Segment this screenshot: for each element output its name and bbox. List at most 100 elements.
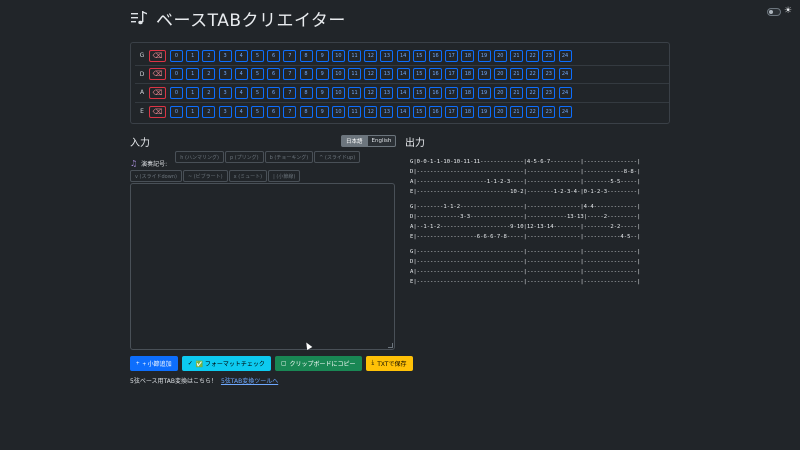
fret-button-g-20[interactable]: 20	[493, 49, 507, 62]
fret-button-g-11[interactable]: 11	[348, 49, 362, 62]
fret-button-d-8[interactable]: 8	[299, 68, 313, 81]
fret-button-g-16[interactable]: 16	[429, 49, 442, 62]
fret-button-d-21[interactable]: 21	[509, 68, 523, 81]
fret-button-g-13[interactable]: 13	[380, 49, 394, 62]
fret-button-g-19[interactable]: 19	[477, 49, 491, 62]
fret-button-e-12[interactable]: 12	[364, 105, 378, 118]
fret-button-e-24[interactable]: 24	[558, 105, 572, 118]
fret-button-e-7[interactable]: 7	[283, 105, 297, 118]
copy-button[interactable]: ▢ クリップボードにコピー	[274, 356, 362, 371]
fret-button-a-19[interactable]: 19	[477, 86, 491, 99]
fret-button-g-17[interactable]: 17	[445, 49, 459, 62]
symbol-button[interactable]: | (小節線)	[268, 170, 301, 182]
fret-button-g-5[interactable]: 5	[250, 49, 264, 62]
fret-button-a-13[interactable]: 13	[380, 86, 394, 99]
fret-button-g-1[interactable]: 1	[186, 49, 200, 62]
five-string-tool-link[interactable]: 5弦TAB変換ツールへ	[221, 378, 278, 385]
fret-button-d-5[interactable]: 5	[250, 68, 264, 81]
fret-button-g-7[interactable]: 7	[283, 49, 297, 62]
fret-button-a-9[interactable]: 9	[315, 86, 329, 99]
fret-button-a-12[interactable]: 12	[364, 86, 378, 99]
fret-button-a-17[interactable]: 17	[445, 86, 459, 99]
add-measure-button[interactable]: + + 小節追加	[130, 356, 178, 371]
fret-button-d-17[interactable]: 17	[445, 68, 459, 81]
fret-button-e-9[interactable]: 9	[315, 105, 329, 118]
symbol-button[interactable]: x (ミュート)	[228, 170, 268, 182]
fret-button-g-21[interactable]: 21	[509, 49, 523, 62]
fret-button-d-3[interactable]: 3	[218, 68, 232, 81]
fret-button-e-8[interactable]: 8	[299, 105, 313, 118]
fret-button-a-16[interactable]: 16	[429, 86, 442, 99]
fret-button-a-21[interactable]: 21	[509, 86, 523, 99]
save-txt-button[interactable]: ⤓ TXTで保存	[365, 356, 413, 371]
fret-button-a-6[interactable]: 6	[267, 86, 281, 99]
fret-button-d-11[interactable]: 11	[348, 68, 362, 81]
fret-button-d-10[interactable]: 10	[331, 68, 345, 81]
backspace-icon[interactable]: ⌫	[149, 105, 166, 118]
fret-button-e-19[interactable]: 19	[477, 105, 491, 118]
fret-button-g-12[interactable]: 12	[364, 49, 378, 62]
fret-button-a-23[interactable]: 23	[542, 86, 556, 99]
fret-button-d-13[interactable]: 13	[380, 68, 394, 81]
fret-button-d-24[interactable]: 24	[558, 68, 572, 81]
fret-button-g-14[interactable]: 14	[396, 49, 410, 62]
fret-button-a-7[interactable]: 7	[283, 86, 297, 99]
fret-button-d-12[interactable]: 12	[364, 68, 378, 81]
fret-button-a-24[interactable]: 24	[558, 86, 572, 99]
fret-button-e-10[interactable]: 10	[331, 105, 345, 118]
fret-button-g-8[interactable]: 8	[299, 49, 313, 62]
fret-button-a-8[interactable]: 8	[299, 86, 313, 99]
format-check-button[interactable]: ✓ ✅ フォーマットチェック	[181, 356, 271, 371]
backspace-icon[interactable]: ⌫	[149, 68, 166, 81]
fret-button-d-23[interactable]: 23	[542, 68, 556, 81]
fret-button-a-10[interactable]: 10	[331, 86, 345, 99]
fret-button-e-2[interactable]: 2	[202, 105, 216, 118]
backspace-icon[interactable]: ⌫	[149, 49, 166, 62]
fret-button-d-16[interactable]: 16	[429, 68, 442, 81]
symbol-button[interactable]: ^ (スライドup)	[314, 151, 361, 163]
tab-input-textarea[interactable]	[130, 183, 395, 350]
fret-button-g-3[interactable]: 3	[218, 49, 232, 62]
fret-button-e-23[interactable]: 23	[542, 105, 556, 118]
fret-button-a-15[interactable]: 15	[412, 86, 426, 99]
fret-button-g-22[interactable]: 22	[526, 49, 540, 62]
fret-button-e-5[interactable]: 5	[250, 105, 264, 118]
fret-button-g-9[interactable]: 9	[315, 49, 329, 62]
fret-button-a-20[interactable]: 20	[493, 86, 507, 99]
fret-button-g-10[interactable]: 10	[331, 49, 345, 62]
fret-button-e-21[interactable]: 21	[509, 105, 523, 118]
fret-button-g-4[interactable]: 4	[234, 49, 248, 62]
fret-button-d-22[interactable]: 22	[526, 68, 540, 81]
fret-button-a-14[interactable]: 14	[396, 86, 410, 99]
fret-button-e-14[interactable]: 14	[396, 105, 410, 118]
fret-button-d-9[interactable]: 9	[315, 68, 329, 81]
fret-button-e-18[interactable]: 18	[461, 105, 475, 118]
fret-button-e-4[interactable]: 4	[234, 105, 248, 118]
fret-button-d-2[interactable]: 2	[202, 68, 216, 81]
fret-button-a-4[interactable]: 4	[234, 86, 248, 99]
fret-button-e-22[interactable]: 22	[526, 105, 540, 118]
fret-button-e-0[interactable]: 0	[170, 105, 183, 118]
fret-button-a-0[interactable]: 0	[170, 86, 183, 99]
fret-button-g-6[interactable]: 6	[267, 49, 281, 62]
fret-button-e-17[interactable]: 17	[445, 105, 459, 118]
fret-button-d-1[interactable]: 1	[186, 68, 200, 81]
fret-button-a-1[interactable]: 1	[186, 86, 200, 99]
fret-button-e-1[interactable]: 1	[186, 105, 200, 118]
fret-button-g-18[interactable]: 18	[461, 49, 475, 62]
fret-button-a-11[interactable]: 11	[348, 86, 362, 99]
resize-handle[interactable]	[388, 343, 393, 348]
fret-button-d-7[interactable]: 7	[283, 68, 297, 81]
theme-toggle[interactable]	[766, 7, 781, 16]
fret-button-e-11[interactable]: 11	[348, 105, 362, 118]
fret-button-e-6[interactable]: 6	[267, 105, 281, 118]
symbol-button[interactable]: v (スライドdown)	[130, 170, 182, 182]
fret-button-e-16[interactable]: 16	[429, 105, 442, 118]
fret-button-d-19[interactable]: 19	[477, 68, 491, 81]
fret-button-e-13[interactable]: 13	[380, 105, 394, 118]
fret-button-e-20[interactable]: 20	[493, 105, 507, 118]
symbol-button[interactable]: h (ハンマリング)	[175, 151, 224, 163]
fret-button-g-15[interactable]: 15	[412, 49, 426, 62]
fret-button-g-24[interactable]: 24	[558, 49, 572, 62]
fret-button-d-15[interactable]: 15	[412, 68, 426, 81]
